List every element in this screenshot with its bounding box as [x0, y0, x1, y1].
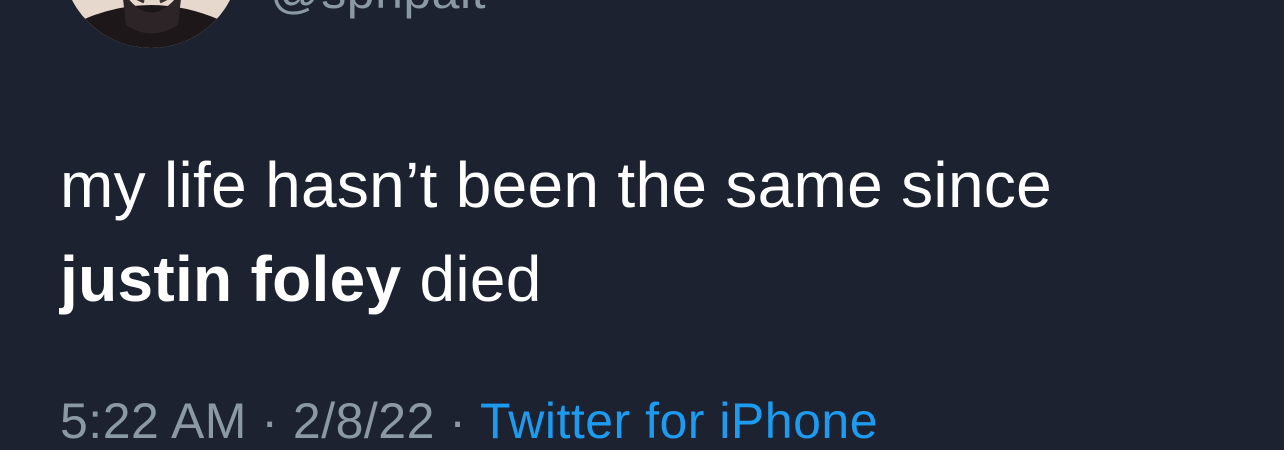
tweet-text-part1: my life hasn’t been the same since — [60, 149, 1053, 221]
meta-separator: · — [434, 393, 480, 449]
tweet-date[interactable]: 2/8/22 — [293, 393, 435, 449]
tweet-text-bold: justin foley — [60, 243, 402, 315]
tweet-meta: 5:22 AM · 2/8/22 · Twitter for iPhone — [60, 392, 878, 450]
avatar[interactable] — [62, 0, 240, 48]
tweet-text-part2: died — [401, 243, 542, 315]
author-handle[interactable]: @sphpait — [270, 0, 486, 20]
avatar-image — [62, 0, 240, 48]
tweet-time[interactable]: 5:22 AM — [60, 393, 247, 449]
meta-separator: · — [246, 393, 293, 449]
tweet-text: my life hasn’t been the same since justi… — [60, 138, 1240, 326]
tweet-source-link[interactable]: Twitter for iPhone — [480, 393, 878, 449]
